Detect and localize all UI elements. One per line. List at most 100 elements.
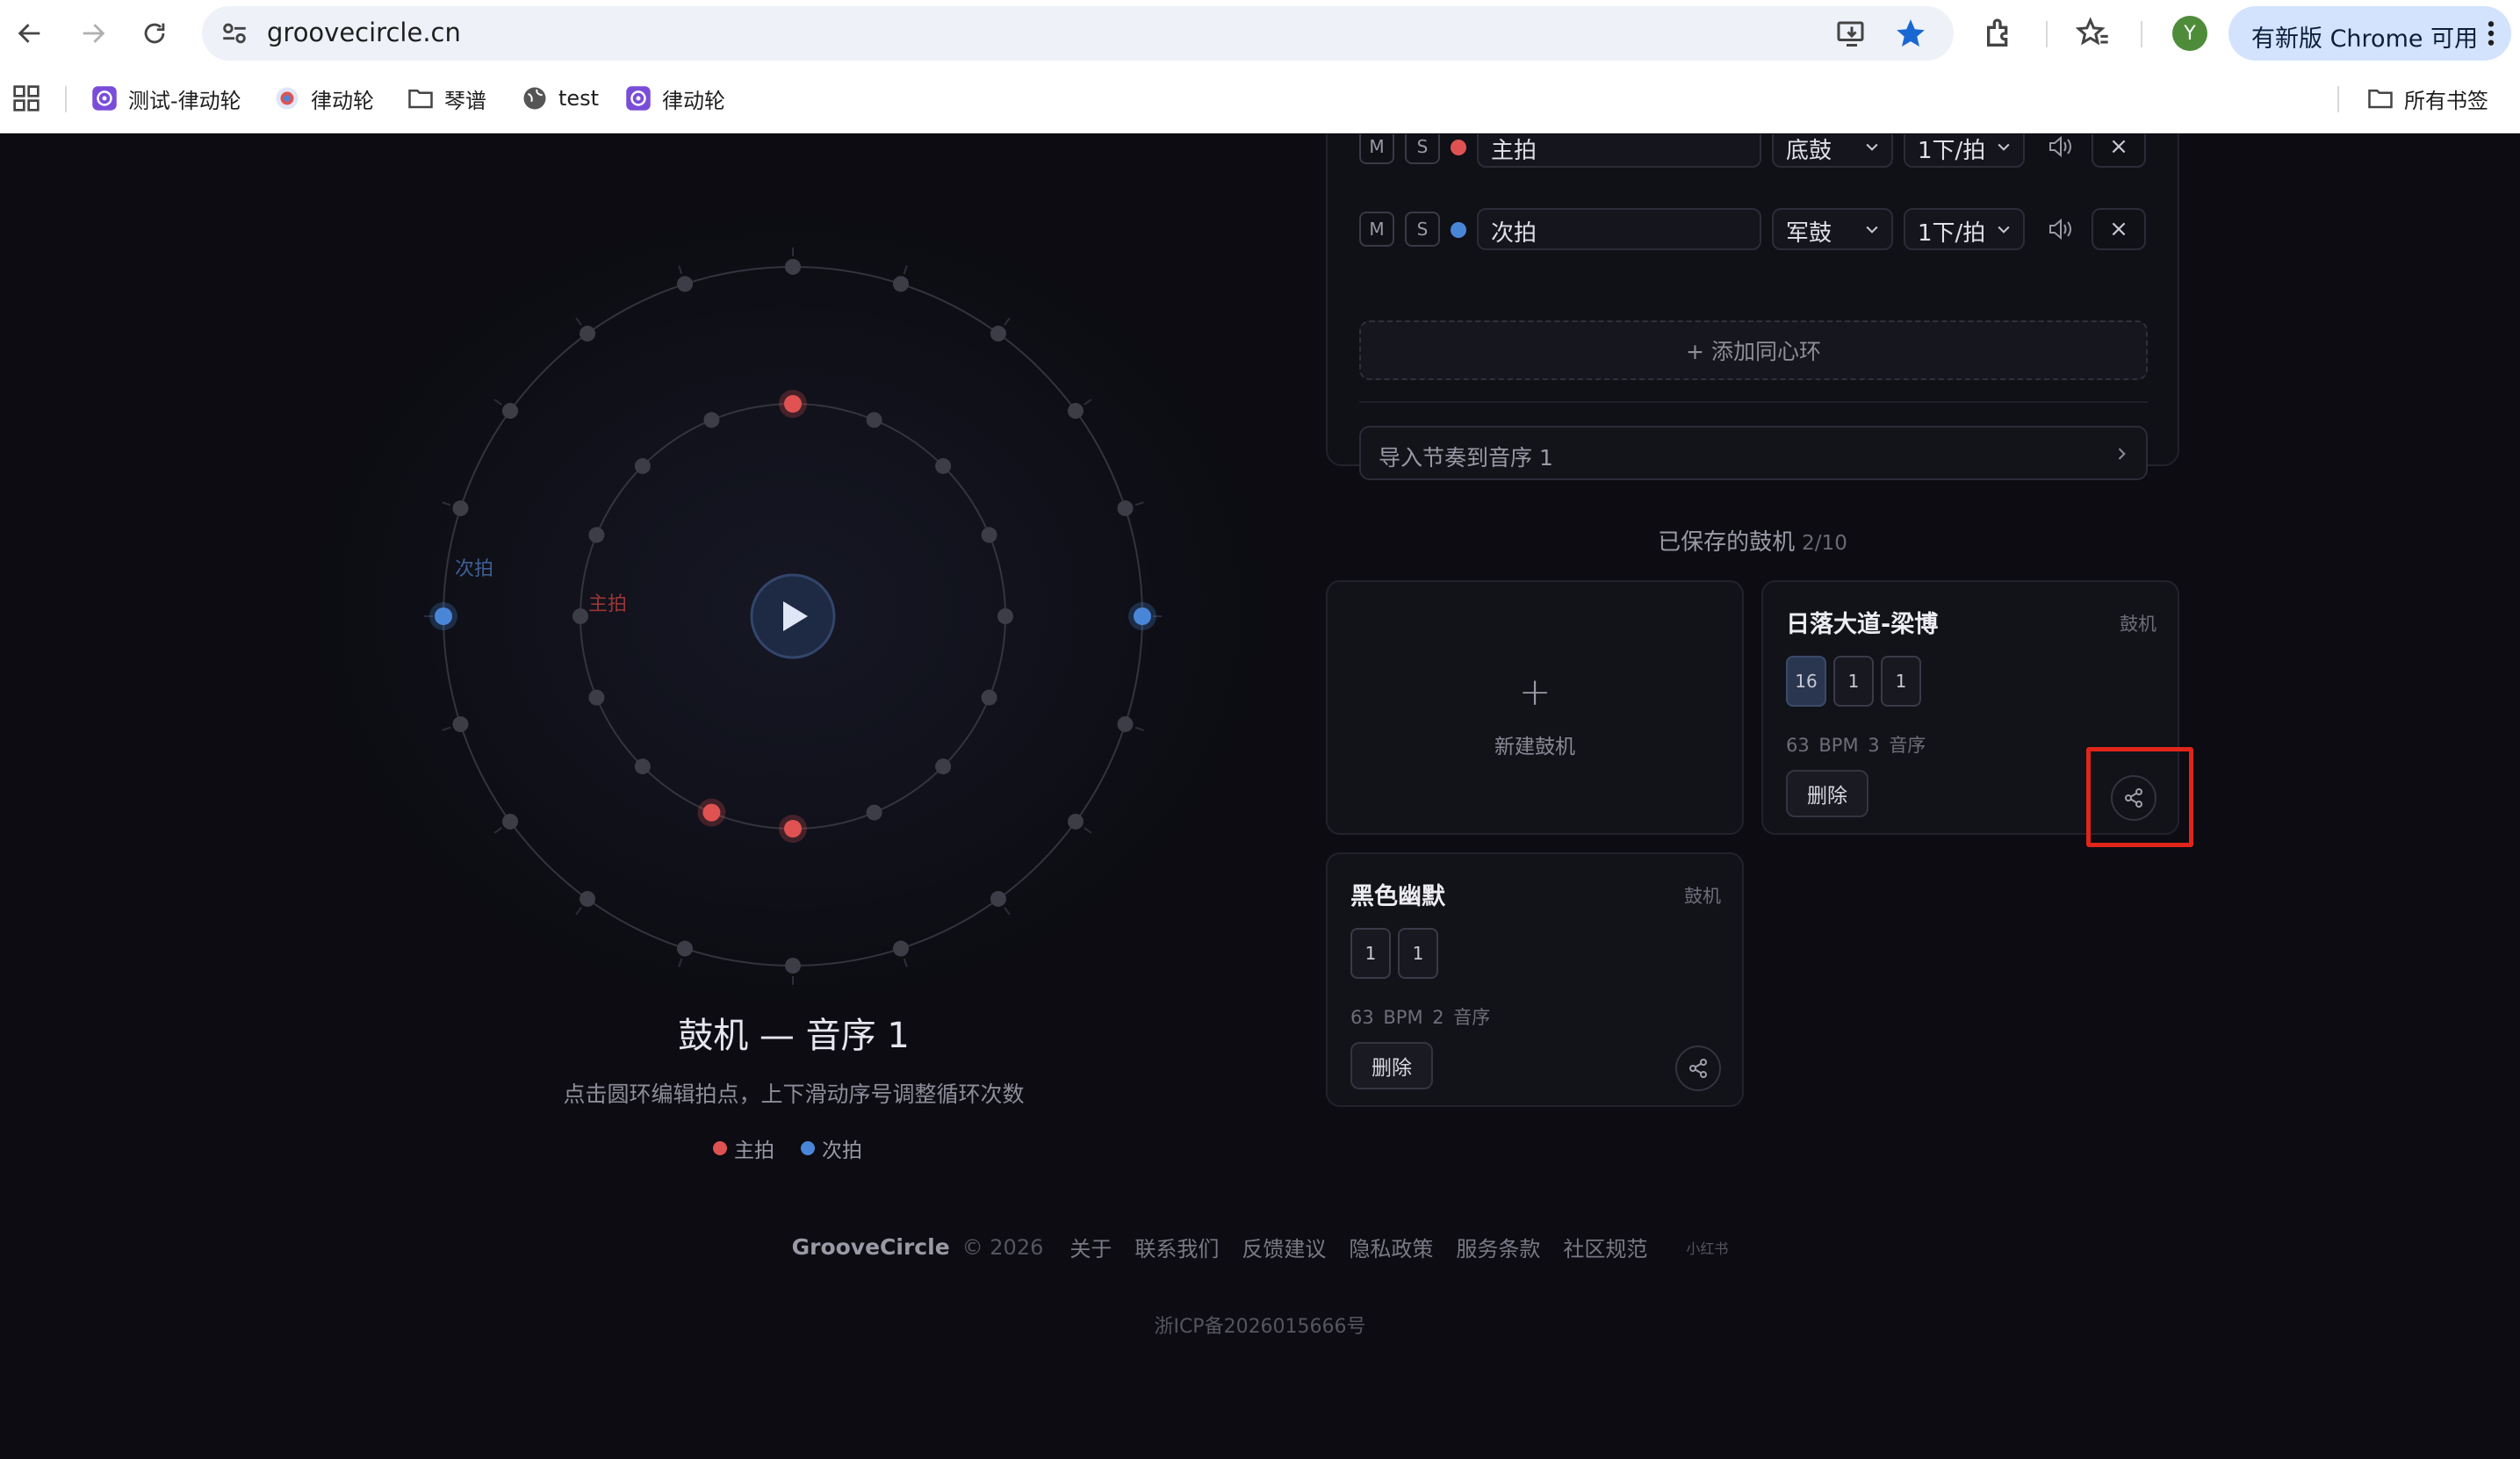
rate-select[interactable]: 1下/拍 (1904, 208, 2025, 250)
mute-button[interactable]: M (1359, 134, 1394, 164)
sequence-chip[interactable]: 1 (1398, 928, 1438, 979)
inner-beat-dot[interactable] (784, 395, 802, 413)
reload-button[interactable] (137, 16, 172, 51)
inner-beat-dot[interactable] (588, 689, 605, 706)
track-name-input[interactable]: 次拍 (1477, 208, 1761, 250)
share-button[interactable] (1675, 1046, 1721, 1091)
outer-beat-dot[interactable] (502, 813, 519, 830)
site-info-icon[interactable] (220, 18, 249, 48)
solo-button[interactable]: S (1405, 134, 1440, 164)
inner-beat-dot[interactable] (784, 820, 802, 837)
add-ring-button[interactable]: + 添加同心环 (1359, 320, 2148, 380)
extensions-icon[interactable] (1983, 16, 2018, 51)
outer-beat-dot[interactable] (580, 326, 596, 342)
outer-beat-dot[interactable] (580, 890, 596, 907)
inner-beat-dot[interactable] (634, 457, 651, 474)
footer-link-community[interactable]: 社区规范 (1563, 1232, 1647, 1262)
inner-beat-dot[interactable] (997, 608, 1013, 624)
delete-card-button[interactable]: 删除 (1350, 1042, 1433, 1089)
legend-item-sub: 次拍 (801, 1133, 862, 1163)
outer-beat-dot[interactable] (435, 607, 452, 625)
speaker-icon[interactable] (2048, 217, 2074, 241)
footer-link-about[interactable]: 关于 (1069, 1232, 1112, 1262)
footer-link-privacy[interactable]: 隐私政策 (1349, 1232, 1433, 1262)
back-button[interactable] (12, 16, 47, 51)
outer-beat-dot[interactable] (677, 940, 694, 957)
install-app-icon[interactable] (1836, 18, 1868, 49)
reading-list-icon[interactable] (2076, 16, 2111, 51)
inner-beat-dot[interactable] (935, 457, 952, 474)
outer-beat-dot[interactable] (892, 276, 909, 292)
footer-xiaohongshu-link[interactable]: 小红书 (1686, 1237, 1728, 1258)
sequence-chip[interactable]: 16 (1786, 656, 1826, 707)
bookmark-item[interactable]: test (522, 81, 599, 116)
import-rhythm-button[interactable]: 导入节奏到音序 1 (1359, 426, 2148, 480)
bookmark-item[interactable]: 琴谱 (407, 81, 486, 116)
inner-beat-dot[interactable] (703, 412, 720, 428)
forward-button[interactable] (76, 16, 111, 51)
instrument-select[interactable]: 军鼓 (1772, 208, 1893, 250)
inner-beat-dot[interactable] (866, 804, 882, 821)
profile-avatar[interactable]: Y (2172, 16, 2207, 51)
beat-tick (678, 265, 683, 275)
bookmark-item[interactable]: 测试-律动轮 (91, 81, 241, 116)
rhythm-circle[interactable]: 次拍 主拍 (342, 187, 1247, 1065)
outer-beat-dot[interactable] (1067, 813, 1084, 830)
rate-select[interactable]: 1下/拍 (1904, 134, 2025, 168)
inner-beat-dot[interactable] (634, 758, 651, 775)
outer-beat-dot[interactable] (990, 890, 1006, 907)
inner-beat-dot[interactable] (572, 608, 588, 624)
outer-beat-dot[interactable] (785, 958, 801, 974)
bookmark-item[interactable]: 律动轮 (625, 81, 725, 116)
sequence-chip[interactable]: 1 (1881, 656, 1921, 707)
inner-beat-dot[interactable] (866, 412, 882, 428)
inner-beat-dot[interactable] (588, 527, 605, 543)
outer-beat-dot[interactable] (452, 500, 469, 517)
beat-tick (442, 501, 451, 507)
bookmark-star-icon[interactable] (1894, 17, 1927, 50)
outer-beat-dot[interactable] (892, 940, 909, 957)
inner-beat-dot[interactable] (702, 803, 721, 822)
plus-icon: + (1518, 670, 1552, 715)
outer-beat-dot[interactable] (1117, 500, 1134, 517)
track-name-input[interactable]: 主拍 (1477, 134, 1761, 168)
solo-button[interactable]: S (1405, 212, 1440, 247)
apps-grid-icon[interactable] (12, 84, 40, 112)
inner-beat-dot[interactable] (935, 758, 952, 775)
outer-beat-dot[interactable] (1067, 403, 1084, 420)
outer-beat-dot[interactable] (677, 276, 694, 292)
chrome-update-button[interactable]: 有新版 Chrome 可用 (2228, 6, 2511, 61)
beat-tick (1134, 726, 1144, 731)
saved-machine-card[interactable]: 黑色幽默 鼓机 1 1 63 BPM 2 音序 删除 (1326, 852, 1744, 1107)
outer-beat-dot[interactable] (502, 403, 519, 420)
outer-beat-dot[interactable] (785, 259, 801, 275)
share-icon (1689, 1059, 1707, 1078)
mute-button[interactable]: M (1359, 212, 1394, 247)
delete-track-button[interactable]: × (2092, 208, 2146, 250)
outer-beat-dot[interactable] (1117, 715, 1134, 732)
footer-link-terms[interactable]: 服务条款 (1456, 1232, 1540, 1262)
inner-beat-dot[interactable] (981, 527, 997, 543)
sequence-chip[interactable]: 1 (1350, 928, 1391, 979)
share-highlight-annotation (2086, 747, 2193, 847)
sequence-chip[interactable]: 1 (1833, 656, 1874, 707)
bookmark-item[interactable]: 律动轮 (274, 81, 374, 116)
url-text[interactable]: groovecircle.cn (267, 18, 461, 47)
all-bookmarks-button[interactable]: 所有书签 (2367, 81, 2488, 116)
address-bar[interactable]: groovecircle.cn (202, 6, 1954, 61)
chevron-right-icon (2118, 448, 2126, 460)
footer-link-contact[interactable]: 联系我们 (1134, 1232, 1219, 1262)
footer-link-feedback[interactable]: 反馈建议 (1242, 1232, 1326, 1262)
inner-beat-dot[interactable] (981, 689, 997, 706)
play-button[interactable] (750, 573, 836, 659)
outer-beat-dot[interactable] (452, 715, 469, 732)
outer-beat-dot[interactable] (990, 326, 1006, 342)
speaker-icon[interactable] (2048, 134, 2074, 159)
app-icon (626, 86, 651, 111)
delete-card-button[interactable]: 删除 (1786, 770, 1868, 817)
new-drum-machine-card[interactable]: + 新建鼓机 (1326, 580, 1744, 835)
delete-track-button[interactable]: × (2092, 134, 2146, 168)
instrument-select[interactable]: 底鼓 (1772, 134, 1893, 168)
footer-icp[interactable]: 浙ICP备2026015666号 (0, 1311, 2520, 1339)
outer-beat-dot[interactable] (1134, 607, 1151, 625)
